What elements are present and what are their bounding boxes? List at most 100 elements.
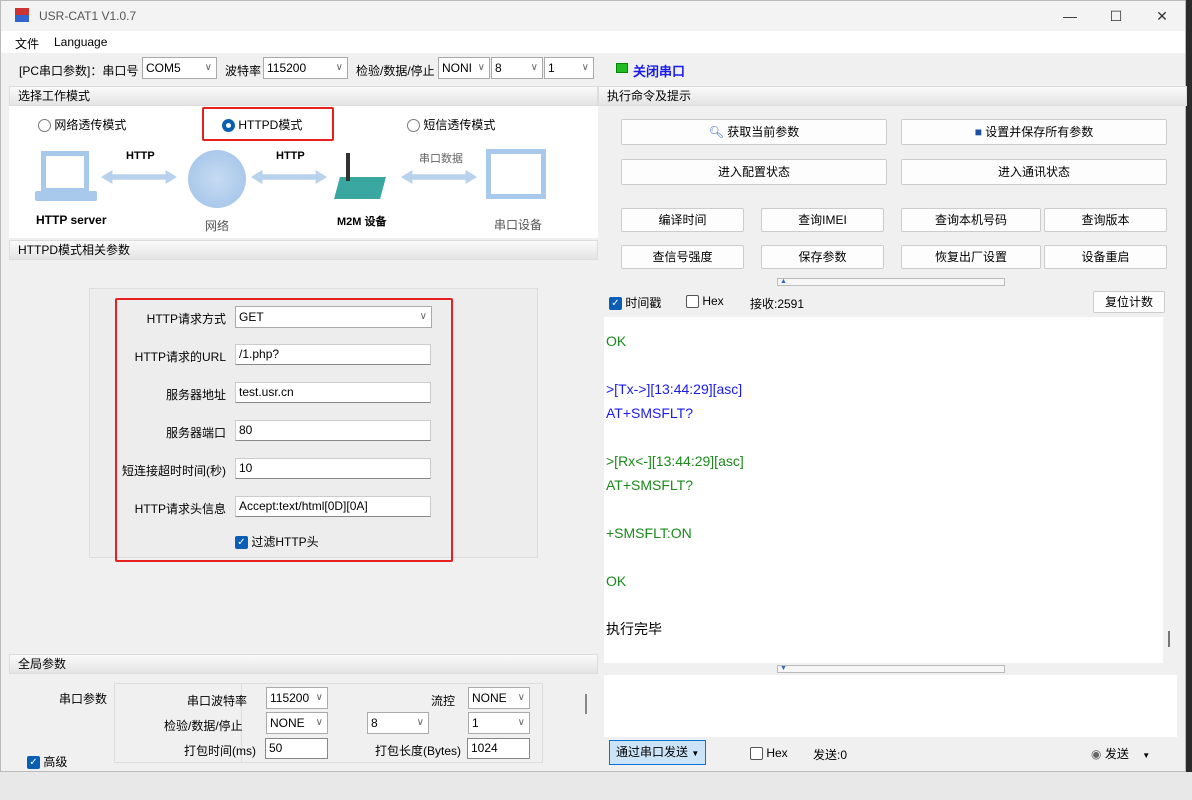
diagram-http-label: HTTP (126, 150, 155, 162)
baud-select[interactable]: 115200 ∨ (263, 57, 348, 79)
port-select[interactable]: COM5 ∨ (142, 57, 217, 79)
app-logo-icon (15, 8, 29, 22)
minimize-button[interactable]: — (1047, 1, 1093, 31)
command-button[interactable]: 查信号强度 (621, 245, 744, 269)
background-desktop (0, 772, 1192, 800)
global-parity-label: 检验/数据/停止 (164, 719, 243, 733)
httpd-field-input[interactable]: 10 (235, 458, 431, 479)
send-button[interactable]: ◉ 发送 ▼ (1091, 745, 1150, 762)
httpd-field-label: 服务器地址 (165, 388, 226, 402)
log-line: OK (606, 333, 627, 349)
httpd-field-input[interactable]: test.usr.cn (235, 382, 431, 403)
commands-header: 执行命令及提示 (598, 86, 1187, 106)
command-button[interactable]: 编译时间 (621, 208, 744, 232)
global-parity-select[interactable]: NONE ∨ (266, 712, 328, 734)
pack-len-input[interactable]: 1024 (467, 738, 530, 759)
pack-time-label: 打包时间(ms) (184, 744, 256, 758)
global-baud-select[interactable]: 115200 ∨ (266, 687, 328, 709)
enter-comm-button[interactable]: 进入通讯状态 (901, 159, 1167, 185)
mode-radio-sms[interactable]: 短信透传模式 (407, 116, 495, 133)
radio-label: 网络透传模式 (54, 118, 127, 132)
pc-port-label: [PC串口参数]：串口号 (19, 64, 139, 78)
global-baud-label: 串口波特率 (187, 694, 248, 708)
global-header: 全局参数 (9, 654, 598, 674)
global-parity-value: NONE (270, 716, 305, 730)
httpd-field-input[interactable]: Accept:text/html[0D][0A] (235, 496, 431, 517)
save-icon: ■ (974, 125, 982, 139)
close-port-button[interactable]: 关闭串口 (633, 61, 685, 80)
button-label: 设置并保存所有参数 (985, 125, 1094, 139)
chevron-down-icon: ∨ (315, 692, 323, 703)
search-doc-icon: 🔍︎ (708, 125, 724, 139)
httpd-field-label: 服务器端口 (165, 426, 226, 440)
command-button[interactable]: 设备重启 (1044, 245, 1167, 269)
data-bits-select[interactable]: 8 ∨ (491, 57, 543, 79)
close-button[interactable]: ✕ (1139, 1, 1185, 31)
parity-value: NONI (442, 61, 472, 75)
baud-value: 115200 (267, 61, 307, 75)
port-value: COM5 (146, 61, 181, 75)
httpd-field-label: 短连接超时时间(秒) (122, 464, 226, 478)
save-all-button[interactable]: ■ 设置并保存所有参数 (901, 119, 1167, 145)
maximize-button[interactable]: ☐ (1093, 1, 1139, 31)
reset-count-button[interactable]: 复位计数 (1093, 291, 1165, 313)
log-line: >[Tx->][13:44:29][asc] (606, 381, 743, 397)
filter-http-header-checkbox[interactable]: ✓ 过滤HTTP头 (235, 533, 319, 550)
log-line: AT+SMSFLT? (606, 477, 694, 493)
parity-select[interactable]: NONI ∨ (438, 57, 490, 79)
send-input[interactable] (604, 675, 1177, 737)
splitter-handle[interactable] (585, 694, 587, 714)
radio-selected-icon (222, 119, 235, 133)
global-stop-select[interactable]: 1 ∨ (468, 712, 530, 734)
mode-header: 选择工作模式 (9, 86, 598, 106)
expand-splitter[interactable]: ▼ (777, 665, 1005, 673)
diagram-serial-device-label: 串口设备 (494, 218, 543, 232)
tx-hex-checkbox[interactable]: Hex (750, 746, 788, 761)
global-data-select[interactable]: 8 ∨ (367, 712, 429, 734)
diagram-m2m-label: M2M 设备 (337, 216, 387, 228)
mode-radio-network[interactable]: 网络透传模式 (38, 116, 126, 133)
menu-file[interactable]: 文件 (15, 35, 39, 52)
httpd-field-label: HTTP请求头信息 (134, 502, 226, 516)
chevron-down-icon: ∨ (204, 62, 212, 73)
chevron-down-icon: ∨ (530, 62, 538, 73)
command-button[interactable]: 查询版本 (1044, 208, 1167, 232)
command-button[interactable]: 查询本机号码 (901, 208, 1041, 232)
command-button[interactable]: 查询IMEI (761, 208, 884, 232)
timestamp-checkbox[interactable]: ✓ 时间戳 (609, 294, 661, 311)
httpd-field-label: HTTP请求的URL (134, 350, 226, 364)
menu-language[interactable]: Language (54, 35, 107, 49)
command-button[interactable]: 恢复出厂设置 (901, 245, 1041, 269)
scrollbar-thumb[interactable] (1168, 631, 1170, 647)
baud-label: 波特率 (225, 64, 262, 78)
checkbox-checked-icon: ✓ (235, 536, 248, 550)
flow-value: NONE (472, 691, 507, 705)
rx-hex-checkbox[interactable]: Hex (686, 294, 724, 309)
pack-time-input[interactable]: 50 (265, 738, 328, 759)
laptop-base-icon (35, 191, 97, 201)
globe-icon (188, 150, 246, 208)
get-params-button[interactable]: 🔍︎ 获取当前参数 (621, 119, 887, 145)
collapse-splitter[interactable]: ▲ (777, 278, 1005, 286)
httpd-field-input[interactable]: 80 (235, 420, 431, 441)
send-via-dropdown[interactable]: 通过串口发送 ▼ (609, 740, 706, 765)
chevron-down-icon: ∨ (315, 717, 323, 728)
log-line: 执行完毕 (606, 621, 662, 637)
http-method-select[interactable]: GET ∨ (235, 306, 432, 328)
mode-radio-httpd[interactable]: HTTPD模式 (222, 116, 302, 133)
receive-count: 接收:2591 (750, 297, 805, 311)
stop-bits-select[interactable]: 1 ∨ (544, 57, 594, 79)
advanced-checkbox[interactable]: ✓ 高级 (27, 753, 67, 770)
checkbox-label: 时间戳 (625, 296, 662, 310)
httpd-field-input[interactable]: /1.php? (235, 344, 431, 365)
global-stop-value: 1 (472, 716, 479, 730)
receive-log[interactable]: OK >[Tx->][13:44:29][asc] AT+SMSFLT? >[Rx<-… (604, 317, 1163, 663)
command-button[interactable]: 保存参数 (761, 245, 884, 269)
enter-config-button[interactable]: 进入配置状态 (621, 159, 887, 185)
log-line: >[Rx<-][13:44:29][asc] (606, 453, 744, 469)
chevron-down-icon: ∨ (416, 717, 424, 728)
flow-select[interactable]: NONE ∨ (468, 687, 530, 709)
chevron-down-icon: ∨ (581, 62, 589, 73)
